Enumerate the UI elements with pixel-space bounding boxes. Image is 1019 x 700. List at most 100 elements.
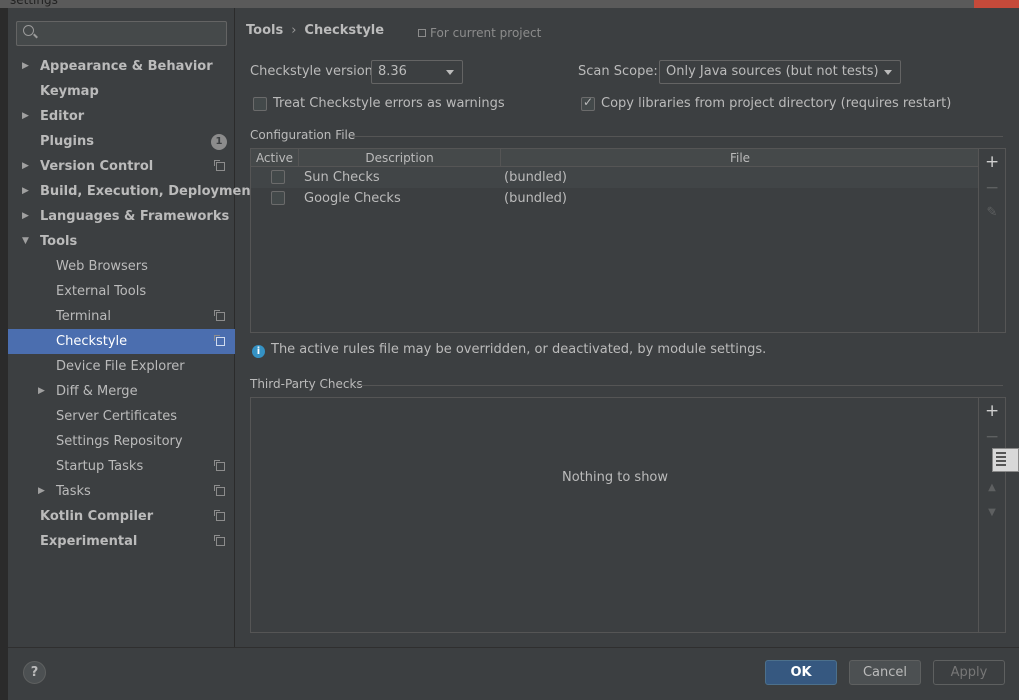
info-message: i The active rules file may be overridden… — [252, 342, 766, 358]
project-scope-icon — [418, 29, 426, 37]
column-header-description[interactable]: Description — [299, 149, 501, 167]
sidebar-item-label: Keymap — [40, 84, 99, 99]
sidebar-item-label: Checkstyle — [56, 334, 128, 349]
apply-button[interactable]: Apply — [933, 660, 1005, 685]
scope-note: For current project — [418, 26, 541, 40]
move-up-icon[interactable]: ▲ — [985, 481, 999, 495]
treat-errors-label[interactable]: Treat Checkstyle errors as warnings — [273, 96, 505, 111]
sidebar-item-server-certificates[interactable]: Server Certificates — [8, 404, 235, 429]
expand-arrow-icon[interactable]: ▶ — [22, 179, 29, 204]
sidebar-item-diff-merge[interactable]: ▶ Diff & Merge — [8, 379, 235, 404]
scan-scope-value: Only Java sources (but not tests) — [666, 64, 879, 79]
third-party-checks-section-title: Third-Party Checks — [250, 377, 363, 391]
sidebar-item-experimental[interactable]: Experimental — [8, 529, 235, 554]
table-header: Active Description File — [251, 149, 979, 167]
breadcrumb-separator-icon: › — [291, 23, 297, 38]
expand-arrow-icon[interactable]: ▶ — [38, 479, 45, 504]
expand-arrow-icon[interactable]: ▶ — [38, 379, 45, 404]
info-icon: i — [252, 345, 265, 358]
sidebar-item-languages-frameworks[interactable]: ▶ Languages & Frameworks — [8, 204, 235, 229]
dropdown-arrow-icon — [446, 70, 454, 75]
dropdown-arrow-icon — [884, 70, 892, 75]
sidebar-item-label: Settings Repository — [56, 434, 183, 449]
configuration-file-section-title: Configuration File — [250, 128, 356, 142]
expand-arrow-icon[interactable]: ▶ — [22, 204, 29, 229]
sidebar-item-external-tools[interactable]: External Tools — [8, 279, 235, 304]
copy-libraries-label[interactable]: Copy libraries from project directory (r… — [601, 96, 951, 111]
add-icon[interactable]: + — [985, 154, 999, 171]
sidebar-item-appearance-behavior[interactable]: ▶ Appearance & Behavior — [8, 54, 235, 79]
breadcrumb-current: Checkstyle — [304, 23, 385, 38]
scan-scope-dropdown[interactable]: Only Java sources (but not tests) — [659, 60, 901, 84]
sidebar-item-device-file-explorer[interactable]: Device File Explorer — [8, 354, 235, 379]
third-party-toolbar: + − ▲ ▼ — [978, 398, 1005, 632]
sidebar-item-startup-tasks[interactable]: Startup Tasks — [8, 454, 235, 479]
sidebar-item-label: Web Browsers — [56, 259, 148, 274]
close-window-button[interactable] — [974, 0, 1019, 8]
sidebar-item-terminal[interactable]: Terminal — [8, 304, 235, 329]
checkstyle-version-label: Checkstyle version: — [250, 64, 378, 79]
project-scope-icon — [214, 310, 225, 321]
sidebar-item-kotlin-compiler[interactable]: Kotlin Compiler — [8, 504, 235, 529]
breadcrumb-parent[interactable]: Tools — [246, 23, 283, 38]
cancel-button[interactable]: Cancel — [849, 660, 921, 685]
edit-icon[interactable]: ✎ — [985, 206, 999, 220]
info-message-text: The active rules file may be overridden,… — [271, 342, 767, 357]
copy-libraries-checkbox[interactable] — [581, 95, 595, 111]
settings-search-input[interactable] — [16, 21, 227, 46]
checkstyle-version-value: 8.36 — [378, 64, 407, 79]
column-header-active[interactable]: Active — [251, 149, 299, 167]
add-icon[interactable]: + — [985, 403, 999, 420]
sidebar-item-settings-repository[interactable]: Settings Repository — [8, 429, 235, 454]
remove-icon[interactable]: − — [985, 429, 999, 446]
sidebar-item-editor[interactable]: ▶ Editor — [8, 104, 235, 129]
expand-arrow-icon[interactable]: ▶ — [22, 104, 29, 129]
checkstyle-settings-panel: Tools › Checkstyle For current project Che… — [236, 8, 1019, 647]
row-file: (bundled) — [504, 191, 567, 206]
project-scope-icon — [214, 535, 225, 546]
sidebar-item-tasks[interactable]: ▶ Tasks — [8, 479, 235, 504]
breadcrumb: Tools › Checkstyle — [246, 23, 384, 38]
column-header-file[interactable]: File — [501, 149, 979, 167]
project-scope-icon — [214, 460, 225, 471]
row-description: Google Checks — [304, 191, 401, 206]
remove-icon[interactable]: − — [985, 180, 999, 197]
settings-tree: ▶ Appearance & Behavior Keymap ▶ Editor Pl… — [8, 54, 257, 554]
row-active-checkbox[interactable] — [271, 191, 285, 205]
help-button[interactable]: ? — [23, 661, 46, 684]
row-active-checkbox[interactable] — [271, 170, 285, 184]
third-party-checks-table: Nothing to show + − ▲ ▼ — [250, 397, 1006, 633]
expand-arrow-icon[interactable]: ▶ — [22, 54, 29, 79]
search-icon — [23, 25, 34, 36]
table-row[interactable]: Sun Checks (bundled) — [251, 167, 979, 188]
treat-errors-checkbox[interactable] — [253, 97, 267, 111]
sidebar-item-tools[interactable]: ▼ Tools — [8, 229, 235, 254]
dialog-footer: ? OK Cancel Apply — [8, 647, 1019, 700]
scope-note-text: For current project — [430, 26, 542, 40]
checkstyle-version-dropdown[interactable]: 8.36 — [371, 60, 463, 84]
table-row[interactable]: Google Checks (bundled) — [251, 188, 979, 209]
sidebar-item-build-execution-deployment[interactable]: ▶ Build, Execution, Deployment — [8, 179, 257, 204]
sidebar-item-label: Appearance & Behavior — [40, 59, 213, 74]
expand-arrow-icon[interactable]: ▶ — [22, 154, 29, 179]
project-scope-icon — [214, 335, 225, 346]
ok-button[interactable]: OK — [765, 660, 837, 685]
sidebar-item-checkstyle[interactable]: Checkstyle — [8, 329, 235, 354]
sidebar-item-label: Device File Explorer — [56, 359, 185, 374]
floating-widget-icon[interactable] — [992, 448, 1019, 472]
sidebar-item-keymap[interactable]: Keymap — [8, 79, 235, 104]
sidebar-item-label: External Tools — [56, 284, 147, 299]
move-down-icon[interactable]: ▼ — [985, 506, 999, 520]
project-scope-icon — [214, 485, 225, 496]
sidebar-item-label: Kotlin Compiler — [40, 509, 154, 524]
sidebar-item-label: Tasks — [56, 484, 91, 499]
window-title: settings — [10, 0, 58, 7]
row-description: Sun Checks — [304, 170, 380, 185]
section-divider — [356, 385, 1003, 386]
sidebar-item-plugins[interactable]: Plugins 1 — [8, 129, 235, 154]
sidebar-item-web-browsers[interactable]: Web Browsers — [8, 254, 235, 279]
sidebar-item-version-control[interactable]: ▶ Version Control — [8, 154, 235, 179]
project-scope-icon — [214, 160, 225, 171]
scan-scope-label: Scan Scope: — [578, 64, 658, 79]
collapse-arrow-icon[interactable]: ▼ — [22, 229, 29, 254]
